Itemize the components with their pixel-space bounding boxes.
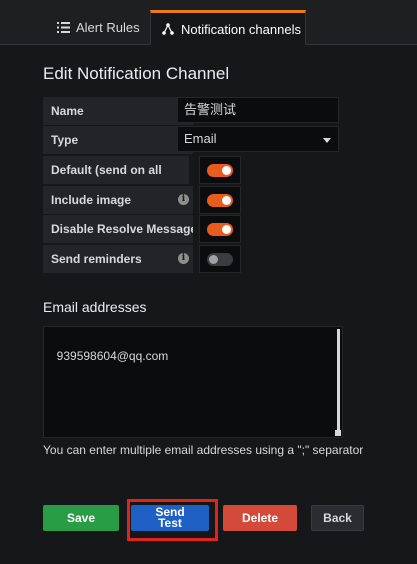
page-title: Edit Notification Channel: [43, 64, 230, 83]
type-label: Type: [43, 126, 193, 154]
list-icon: [56, 20, 70, 34]
send-reminders-row: Send reminders i: [43, 245, 241, 273]
send-reminders-label-text: Send reminders: [51, 252, 142, 266]
tab-alert-rules-label: Alert Rules: [76, 19, 140, 35]
email-addresses-heading: Email addresses: [43, 299, 147, 315]
name-input[interactable]: 告警测试: [177, 97, 339, 123]
email-addresses-textarea[interactable]: 939598604@qq.com: [43, 326, 343, 438]
info-icon[interactable]: i: [178, 194, 189, 205]
disable-resolve-label: Disable Resolve Message: [43, 215, 193, 243]
include-image-row: Include image i: [43, 186, 241, 214]
email-hint: You can enter multiple email addresses u…: [43, 443, 364, 457]
chevron-down-icon: [323, 138, 331, 143]
toggle-knob: [222, 225, 231, 234]
send-reminders-toggle-box[interactable]: [199, 245, 241, 273]
type-select[interactable]: Email: [177, 126, 339, 152]
send-reminders-toggle[interactable]: [207, 253, 233, 266]
name-row: Name 告警测试: [43, 97, 339, 125]
email-addresses-value: 939598604@qq.com: [56, 349, 169, 363]
tab-bar: Alert Rules Notification channels: [0, 0, 417, 45]
disable-resolve-toggle[interactable]: [207, 223, 233, 236]
name-label: Name: [43, 97, 193, 125]
share-icon: [161, 22, 175, 36]
include-image-label: Include image i: [43, 186, 193, 214]
toggle-knob: [222, 196, 231, 205]
highlight-box: [127, 499, 218, 541]
default-toggle-box[interactable]: [199, 156, 241, 184]
include-image-label-text: Include image: [51, 193, 132, 207]
include-image-toggle-box[interactable]: [199, 186, 241, 214]
send-reminders-label: Send reminders i: [43, 245, 193, 273]
default-label: Default (send on all: [43, 156, 189, 184]
disable-resolve-toggle-box[interactable]: [199, 215, 241, 243]
back-button[interactable]: Back: [311, 505, 364, 531]
delete-button[interactable]: Delete: [223, 505, 297, 531]
tab-notification-channels[interactable]: Notification channels: [150, 10, 306, 45]
resize-handle[interactable]: [335, 430, 341, 436]
default-toggle[interactable]: [207, 164, 233, 177]
type-row: Type Email: [43, 126, 339, 154]
default-row: Default (send on all: [43, 156, 241, 184]
include-image-toggle[interactable]: [207, 194, 233, 207]
tab-alert-rules[interactable]: Alert Rules: [56, 10, 140, 44]
type-select-value: Email: [184, 131, 217, 146]
disable-resolve-row: Disable Resolve Message: [43, 215, 241, 243]
save-button[interactable]: Save: [43, 505, 119, 531]
scrollbar[interactable]: [337, 329, 340, 433]
tab-notification-channels-label: Notification channels: [181, 21, 301, 37]
toggle-knob: [222, 166, 231, 175]
info-icon[interactable]: i: [178, 253, 189, 264]
toggle-knob: [209, 255, 218, 264]
